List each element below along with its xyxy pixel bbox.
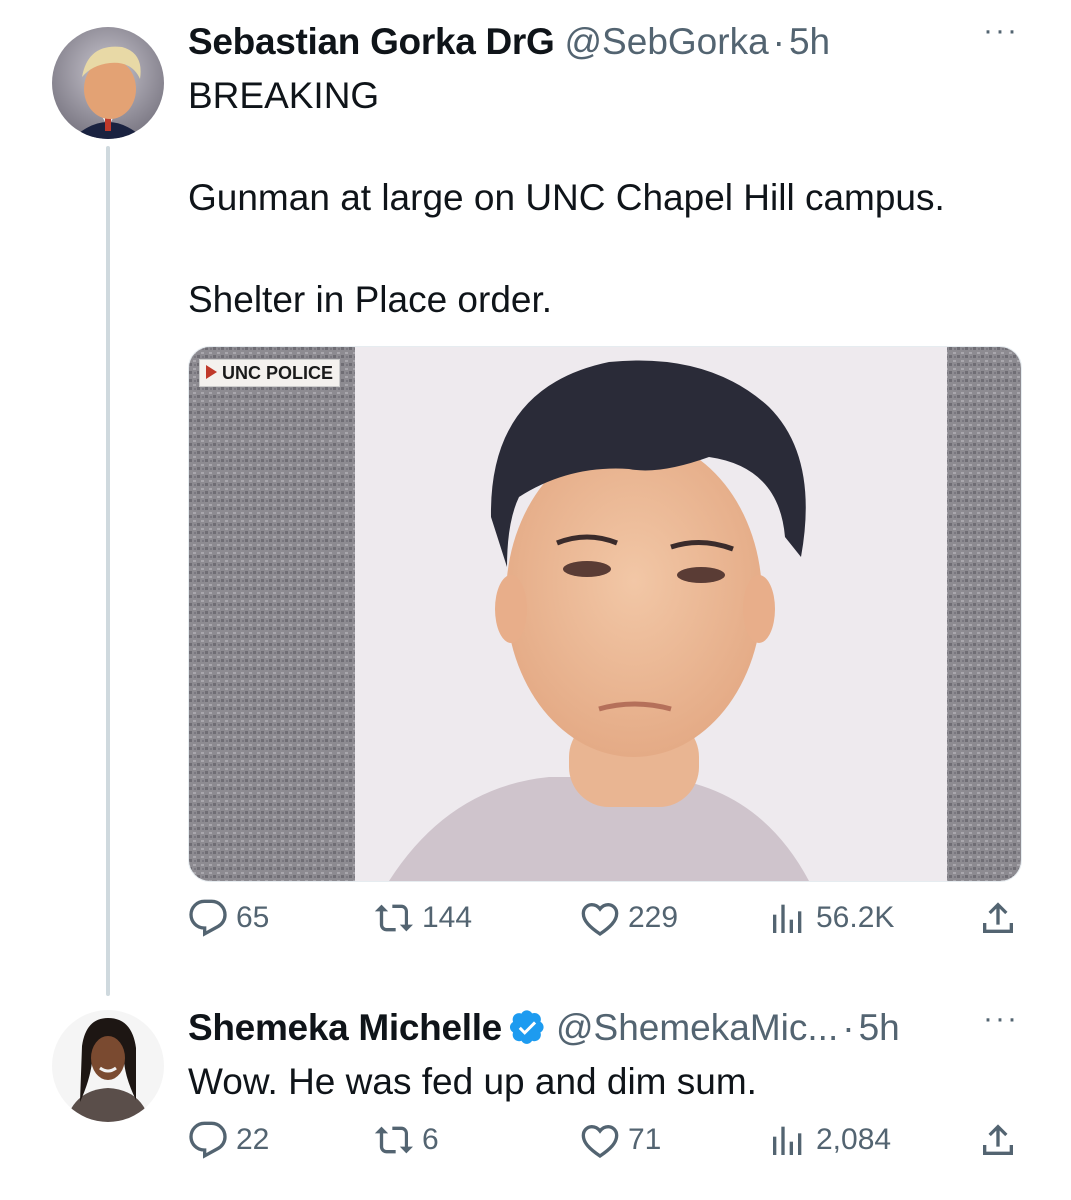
- reply-button[interactable]: 65: [188, 898, 269, 938]
- views-button[interactable]: 2,084: [768, 1120, 891, 1160]
- reply-button[interactable]: 22: [188, 1120, 269, 1160]
- views-count: 2,084: [816, 1123, 892, 1156]
- author-name[interactable]: Sebastian Gorka DrG: [188, 20, 555, 64]
- share-icon: [983, 1124, 1013, 1155]
- play-triangle-icon: [206, 365, 217, 379]
- separator-dot: ·: [772, 21, 785, 62]
- media-caption: UNC POLICE: [222, 363, 334, 383]
- retweet-icon: [374, 904, 413, 932]
- like-button[interactable]: 71: [580, 1120, 661, 1160]
- views-button[interactable]: 56.2K: [768, 898, 894, 938]
- retweet-button[interactable]: 144: [374, 898, 472, 938]
- reply-author-avatar[interactable]: [52, 1010, 164, 1122]
- media-caption-badge: UNC POLICE: [199, 359, 341, 387]
- reply-timestamp[interactable]: 5h: [859, 1006, 900, 1050]
- retweet-count: 6: [422, 1123, 439, 1156]
- views-icon: [773, 904, 802, 933]
- like-icon: [581, 902, 619, 937]
- retweet-icon: [374, 1126, 413, 1154]
- share-button[interactable]: [978, 1120, 1026, 1160]
- tweet[interactable]: Sebastian Gorka DrG @SebGorka · 5h ··· B…: [0, 0, 1071, 1000]
- reply-icon: [189, 1121, 227, 1159]
- author-handle[interactable]: @SebGorka: [565, 20, 769, 64]
- retweet-count: 144: [422, 901, 473, 934]
- tweet-text-line: Gunman at large on UNC Chapel Hill campu…: [188, 177, 945, 218]
- verified-badge-icon: [509, 1010, 544, 1044]
- like-button[interactable]: 229: [580, 898, 678, 938]
- like-count: 229: [628, 901, 679, 934]
- views-icon: [773, 1126, 802, 1155]
- tweet-media-photo[interactable]: UNC POLICE: [188, 346, 1022, 882]
- views-count: 56.2K: [816, 901, 895, 934]
- tweet-text-line: BREAKING: [188, 75, 380, 116]
- tweet-header: Sebastian Gorka DrG @SebGorka · 5h: [188, 20, 830, 64]
- like-count: 71: [628, 1123, 662, 1156]
- reply-author-handle[interactable]: @ShemekaMic...: [556, 1006, 838, 1050]
- reply-count: 22: [236, 1123, 270, 1156]
- action-bar: 65 144 229 56.2K: [188, 898, 1020, 948]
- share-button[interactable]: [978, 898, 1026, 938]
- share-icon: [983, 902, 1013, 933]
- reply-header: Shemeka Michelle @ShemekaMic... · 5h: [188, 1006, 900, 1050]
- thread-line: [106, 146, 110, 996]
- reply-text: Wow. He was fed up and dim sum.: [188, 1061, 757, 1102]
- reply-icon: [189, 899, 227, 937]
- reply-count: 65: [236, 901, 270, 934]
- like-icon: [581, 1124, 619, 1159]
- separator-dot: ·: [842, 1007, 855, 1048]
- timestamp[interactable]: 5h: [789, 20, 830, 64]
- more-icon[interactable]: ···: [983, 14, 1019, 48]
- retweet-button[interactable]: 6: [374, 1120, 439, 1160]
- more-icon[interactable]: ···: [983, 1002, 1019, 1036]
- author-avatar[interactable]: [52, 27, 164, 139]
- reply-author-name[interactable]: Shemeka Michelle: [188, 1006, 502, 1050]
- reply-action-bar: 22 6 71 2,084: [188, 1120, 1020, 1170]
- tweet-text-line: Shelter in Place order.: [188, 279, 553, 320]
